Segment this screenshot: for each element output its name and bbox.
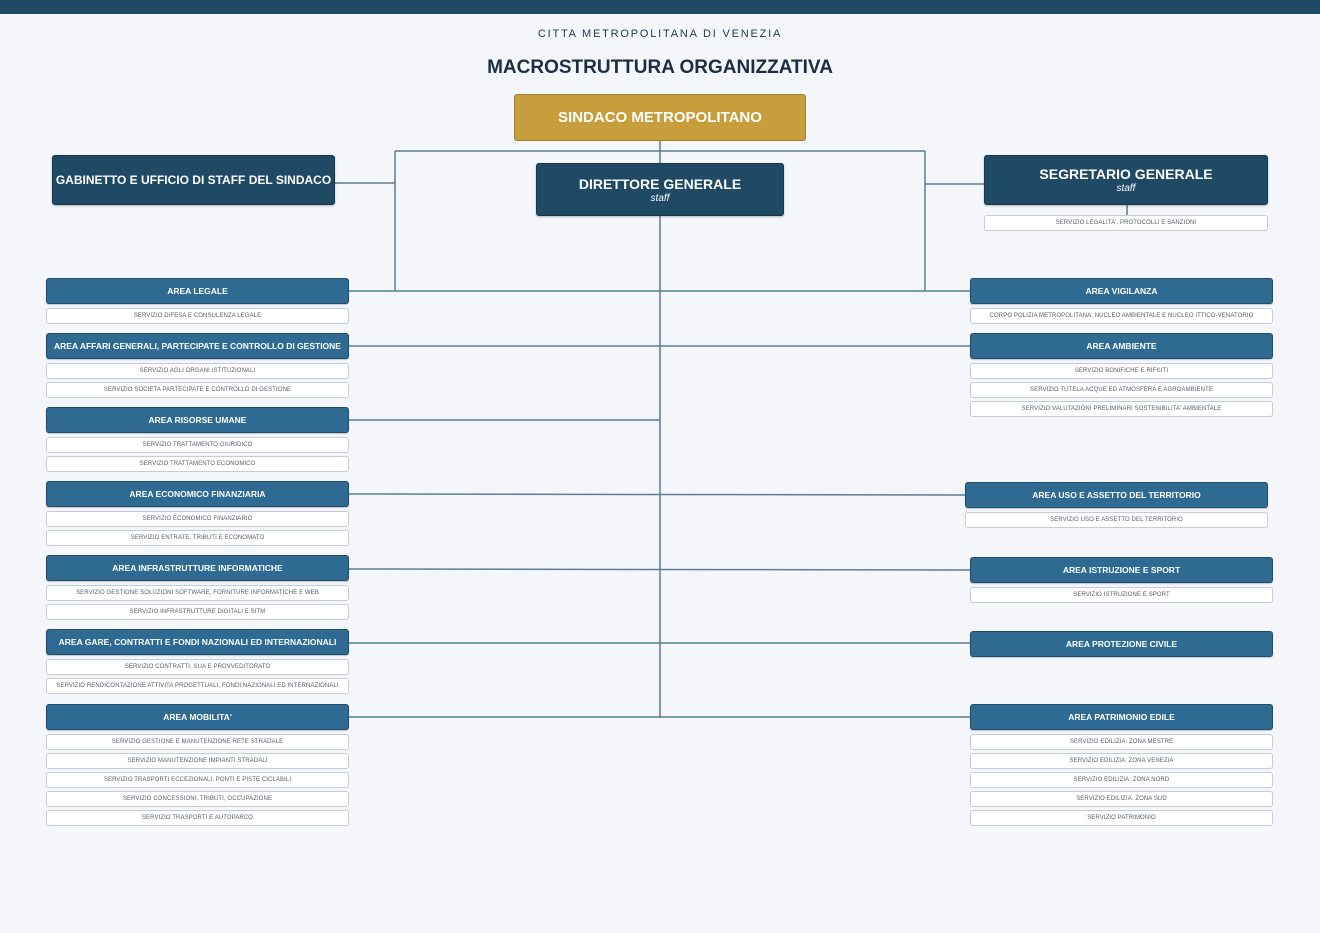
secretary-sub: staff [1116, 183, 1136, 194]
cabinet-box[interactable]: GABINETTO E UFFICIO DI STAFF DEL SINDACO [52, 155, 335, 205]
service-item[interactable]: SERVIZIO GESTIONE SOLUZIONI SOFTWARE, FO… [46, 585, 349, 601]
area-label: AREA PATRIMONIO EDILE [1068, 712, 1175, 722]
area-label: AREA VIGILANZA [1085, 286, 1158, 296]
service-label: SERVIZIO CONTRATTI, SUA E PROVVEDITORATO [124, 664, 271, 670]
area-patrimonio-edile[interactable]: AREA PATRIMONIO EDILE [970, 704, 1273, 730]
service-item[interactable]: SERVIZIO ECONOMICO FINANZIARIO [46, 511, 349, 527]
mayor-label: SINDACO METROPOLITANO [558, 109, 762, 126]
service-label: SERVIZIO TUTELA ACQUE ED ATMOSFERA E AGR… [1030, 387, 1213, 393]
service-label: SERVIZIO ISTRUZIONE E SPORT [1073, 592, 1170, 598]
area-label: AREA ECONOMICO FINANZIARIA [129, 489, 266, 499]
service-item[interactable]: SERVIZIO CONCESSIONI, TRIBUTI, OCCUPAZIO… [46, 791, 349, 807]
service-item[interactable]: SERVIZIO EDILIZIA: ZONA MESTRE [970, 734, 1273, 750]
area-vigilanza[interactable]: AREA VIGILANZA [970, 278, 1273, 304]
director-label: DIRETTORE GENERALE [578, 175, 742, 192]
service-label: SERVIZIO ECONOMICO FINANZIARIO [142, 516, 253, 522]
service-label: SERVIZIO PATRIMONIO [1087, 815, 1156, 821]
service-item[interactable]: SERVIZIO USO E ASSETTO DEL TERRITORIO [965, 512, 1268, 528]
service-item[interactable]: SERVIZIO RENDICONTAZIONE ATTIVITA PROGET… [46, 678, 349, 694]
area-label: AREA MOBILITA' [163, 712, 232, 722]
service-item[interactable]: SERVIZIO TRASPORTI E AUTOPARCO [46, 810, 349, 826]
director-sub: staff [650, 192, 670, 204]
service-label: SERVIZIO GESTIONE E MANUTENZIONE RETE ST… [111, 739, 284, 745]
area-label: AREA ISTRUZIONE E SPORT [1062, 565, 1181, 575]
secretary-service[interactable]: SERVIZIO LEGALITA', PROTOCOLLI E SANZION… [984, 215, 1268, 231]
service-label: SERVIZIO RENDICONTAZIONE ATTIVITA PROGET… [56, 683, 339, 689]
service-item[interactable]: CORPO POLIZIA METROPOLITANA: NUCLEO AMBI… [970, 308, 1273, 324]
service-item[interactable]: SERVIZIO AGLI ORGANI ISTITUZIONALI [46, 363, 349, 379]
service-label: SERVIZIO TRATTAMENTO GIURIDICO [142, 442, 253, 448]
area-label: AREA INFRASTRUTTURE INFORMATICHE [112, 563, 283, 573]
service-label: SERVIZIO EDILIZIA: ZONA MESTRE [1069, 739, 1174, 745]
area-infrastrutture-informatiche[interactable]: AREA INFRASTRUTTURE INFORMATICHE [46, 555, 349, 581]
service-label: SERVIZIO EDILIZIA: ZONA NORD [1073, 777, 1170, 783]
service-item[interactable]: SERVIZIO INFRASTRUTTURE DIGITALI E SITM [46, 604, 349, 620]
service-item[interactable]: SERVIZIO VALUTAZIONI PRELIMINARI SOSTENI… [970, 401, 1273, 417]
service-label: SERVIZIO TRASPORTI E AUTOPARCO [141, 815, 254, 821]
area-label: AREA LEGALE [167, 286, 228, 296]
service-item[interactable]: SERVIZIO TRATTAMENTO GIURIDICO [46, 437, 349, 453]
service-label: SERVIZIO MANUTENZIONE IMPIANTI STRADALI [127, 758, 268, 764]
service-item[interactable]: SERVIZIO ENTRATE, TRIBUTI E ECONOMATO [46, 530, 349, 546]
area-risorse-umane[interactable]: AREA RISORSE UMANE [46, 407, 349, 433]
service-label: SERVIZIO EDILIZIA: ZONA SUD [1076, 796, 1167, 802]
service-item[interactable]: SERVIZIO EDILIZIA: ZONA NORD [970, 772, 1273, 788]
area-ambiente[interactable]: AREA AMBIENTE [970, 333, 1273, 359]
service-label: SERVIZIO AGLI ORGANI ISTITUZIONALI [139, 368, 256, 374]
service-label: SERVIZIO LEGALITA', PROTOCOLLI E SANZION… [1055, 220, 1197, 226]
secretary-label: SEGRETARIO GENERALE [1039, 166, 1213, 182]
connector [348, 568, 971, 571]
service-label: CORPO POLIZIA METROPOLITANA: NUCLEO AMBI… [989, 313, 1254, 319]
service-item[interactable]: SERVIZIO MANUTENZIONE IMPIANTI STRADALI [46, 753, 349, 769]
area-label: AREA AMBIENTE [1086, 341, 1157, 351]
service-label: SERVIZIO ENTRATE, TRIBUTI E ECONOMATO [130, 535, 265, 541]
service-label: SERVIZIO GESTIONE SOLUZIONI SOFTWARE, FO… [76, 590, 319, 596]
area-label: AREA AFFARI GENERALI, PARTECIPATE E CONT… [54, 341, 341, 351]
service-label: SERVIZIO SOCIETA PARTECIPATE E CONTROLLO… [103, 387, 292, 393]
service-label: SERVIZIO INFRASTRUTTURE DIGITALI E SITM [129, 609, 266, 615]
area-protezione-civile[interactable]: AREA PROTEZIONE CIVILE [970, 631, 1273, 657]
service-label: SERVIZIO CONCESSIONI, TRIBUTI, OCCUPAZIO… [122, 796, 273, 802]
service-item[interactable]: SERVIZIO SOCIETA PARTECIPATE E CONTROLLO… [46, 382, 349, 398]
cabinet-label: GABINETTO E UFFICIO DI STAFF DEL SINDACO [55, 173, 332, 187]
area-istruzione-sport[interactable]: AREA ISTRUZIONE E SPORT [970, 557, 1273, 583]
mayor-box[interactable]: SINDACO METROPOLITANO [514, 94, 806, 141]
service-item[interactable]: SERVIZIO TUTELA ACQUE ED ATMOSFERA E AGR… [970, 382, 1273, 398]
area-mobilita[interactable]: AREA MOBILITA' [46, 704, 349, 730]
service-item[interactable]: SERVIZIO PATRIMONIO [970, 810, 1273, 826]
service-label: SERVIZIO VALUTAZIONI PRELIMINARI SOSTENI… [1021, 406, 1222, 412]
service-item[interactable]: SERVIZIO EDILIZIA: ZONA SUD [970, 791, 1273, 807]
service-item[interactable]: SERVIZIO DIFESA E CONSULENZA LEGALE [46, 308, 349, 324]
service-label: SERVIZIO TRASPORTI ECCEZIONALI, PONTI E … [103, 777, 292, 783]
service-label: SERVIZIO EDILIZIA: ZONA VENEZIA [1069, 758, 1174, 764]
area-label: AREA USO E ASSETTO DEL TERRITORIO [1032, 490, 1201, 500]
service-label: SERVIZIO DIFESA E CONSULENZA LEGALE [133, 313, 262, 319]
service-label: SERVIZIO BONIFICHE E RIFIUTI [1074, 368, 1169, 374]
director-box[interactable]: DIRETTORE GENERALE staff [536, 163, 784, 216]
service-item[interactable]: SERVIZIO CONTRATTI, SUA E PROVVEDITORATO [46, 659, 349, 675]
service-label: SERVIZIO USO E ASSETTO DEL TERRITORIO [1050, 517, 1183, 523]
service-item[interactable]: SERVIZIO BONIFICHE E RIFIUTI [970, 363, 1273, 379]
area-gare-contratti[interactable]: AREA GARE, CONTRATTI E FONDI NAZIONALI E… [46, 629, 349, 655]
service-item[interactable]: SERVIZIO GESTIONE E MANUTENZIONE RETE ST… [46, 734, 349, 750]
service-item[interactable]: SERVIZIO TRATTAMENTO ECONOMICO [46, 456, 349, 472]
service-label: SERVIZIO TRATTAMENTO ECONOMICO [139, 461, 256, 467]
service-item[interactable]: SERVIZIO ISTRUZIONE E SPORT [970, 587, 1273, 603]
area-legale[interactable]: AREA LEGALE [46, 278, 349, 304]
service-item[interactable]: SERVIZIO EDILIZIA: ZONA VENEZIA [970, 753, 1273, 769]
connector [348, 493, 966, 496]
area-economico-finanziaria[interactable]: AREA ECONOMICO FINANZIARIA [46, 481, 349, 507]
area-affari-generali[interactable]: AREA AFFARI GENERALI, PARTECIPATE E CONT… [46, 333, 349, 359]
area-label: AREA RISORSE UMANE [148, 415, 247, 425]
area-label: AREA PROTEZIONE CIVILE [1065, 639, 1178, 649]
secretary-box[interactable]: SEGRETARIO GENERALE staff [984, 155, 1268, 205]
service-item[interactable]: SERVIZIO TRASPORTI ECCEZIONALI, PONTI E … [46, 772, 349, 788]
area-label: AREA GARE, CONTRATTI E FONDI NAZIONALI E… [58, 637, 337, 647]
area-uso-assetto-territorio[interactable]: AREA USO E ASSETTO DEL TERRITORIO [965, 482, 1268, 508]
